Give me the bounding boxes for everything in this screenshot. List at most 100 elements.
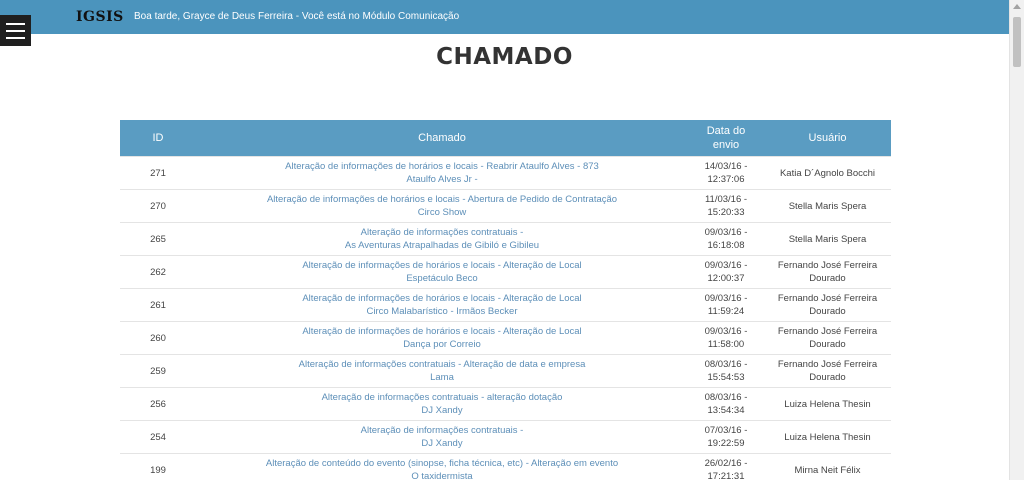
- chamado-title[interactable]: Alteração de conteúdo do evento (sinopse…: [200, 457, 684, 470]
- cell-chamado-link[interactable]: Alteração de informações de horários e l…: [196, 256, 688, 289]
- date-part: 09/03/16 -: [692, 325, 760, 338]
- cell-data-envio: 08/03/16 -15:54:53: [688, 355, 764, 388]
- user-name-line1: Luiza Helena Thesin: [768, 398, 887, 411]
- chamado-title[interactable]: Alteração de informações contratuais - a…: [200, 391, 684, 404]
- cell-id: 260: [120, 322, 196, 355]
- table-row[interactable]: 261 Alteração de informações de horários …: [120, 289, 891, 322]
- time-part: 12:00:37: [692, 272, 760, 285]
- table-row[interactable]: 199Alteração de conteúdo do evento (sino…: [120, 454, 891, 486]
- chamados-table: ID Chamado Data do envio Usuário 271Alte…: [120, 120, 891, 486]
- cell-usuario: Fernando José FerreiraDourado: [764, 322, 891, 355]
- date-part: 14/03/16 -: [692, 160, 760, 173]
- page-title: CHAMADO: [0, 44, 1009, 70]
- table-row[interactable]: 262Alteração de informações de horários …: [120, 256, 891, 289]
- chamado-event[interactable]: As Aventuras Atrapalhadas de Gibiló e Gi…: [200, 239, 684, 252]
- cell-data-envio: 08/03/16 -13:54:34: [688, 388, 764, 421]
- time-part: 19:22:59: [692, 437, 760, 450]
- date-part: 08/03/16 -: [692, 358, 760, 371]
- date-part: 09/03/16 -: [692, 292, 760, 305]
- user-name-line1: Stella Maris Spera: [768, 200, 887, 213]
- user-name-line2: Dourado: [768, 338, 887, 351]
- table-row[interactable]: 271 Alteração de informações de horários …: [120, 157, 891, 190]
- cell-id: 259: [120, 355, 196, 388]
- column-header-chamado: Chamado: [196, 120, 688, 157]
- cell-chamado-link[interactable]: Alteração de informações contratuais -As…: [196, 223, 688, 256]
- scroll-up-arrow-icon[interactable]: [1013, 4, 1021, 9]
- cell-chamado-link[interactable]: Alteração de informações de horários e l…: [196, 190, 688, 223]
- date-part: 07/03/16 -: [692, 424, 760, 437]
- user-name-line1: Katia D´Agnolo Bocchi: [768, 167, 887, 180]
- chamado-event[interactable]: DJ Xandy: [200, 437, 684, 450]
- chamado-event[interactable]: Ataulfo Alves Jr -: [200, 173, 684, 186]
- chamado-title[interactable]: Alteração de informações de horários e l…: [200, 325, 684, 338]
- column-header-usuario: Usuário: [764, 120, 891, 157]
- user-name-line1: Fernando José Ferreira: [768, 292, 887, 305]
- scroll-thumb[interactable]: [1013, 17, 1021, 67]
- cell-usuario: Mirna Neit Félix: [764, 454, 891, 486]
- date-part: 09/03/16 -: [692, 259, 760, 272]
- chamado-title[interactable]: Alteração de informações contratuais -: [200, 226, 684, 239]
- user-name-line1: Fernando José Ferreira: [768, 259, 887, 272]
- column-header-data-label: Data do envio: [696, 124, 756, 152]
- chamado-event[interactable]: Circo Show: [200, 206, 684, 219]
- table-row[interactable]: 256 Alteração de informações contratuais …: [120, 388, 891, 421]
- user-name-line2: Dourado: [768, 305, 887, 318]
- table-row[interactable]: 270 Alteração de informações de horários …: [120, 190, 891, 223]
- table-row[interactable]: 265Alteração de informações contratuais …: [120, 223, 891, 256]
- chamado-event[interactable]: DJ Xandy: [200, 404, 684, 417]
- cell-data-envio: 07/03/16 -19:22:59: [688, 421, 764, 454]
- chamado-title[interactable]: Alteração de informações de horários e l…: [200, 193, 684, 206]
- table-row[interactable]: 260 Alteração de informações de horários …: [120, 322, 891, 355]
- cell-chamado-link[interactable]: Alteração de informações contratuais - A…: [196, 355, 688, 388]
- chamado-event[interactable]: Espetáculo Beco: [200, 272, 684, 285]
- cell-usuario: Katia D´Agnolo Bocchi: [764, 157, 891, 190]
- chamado-event[interactable]: Circo Malabarístico - Irmãos Becker: [200, 305, 684, 318]
- date-part: 08/03/16 -: [692, 391, 760, 404]
- time-part: 15:54:53: [692, 371, 760, 384]
- brand-logo[interactable]: IGSIS: [76, 9, 124, 25]
- chamado-event[interactable]: O taxidermista: [200, 470, 684, 483]
- date-part: 11/03/16 -: [692, 193, 760, 206]
- cell-chamado-link[interactable]: Alteração de informações contratuais -DJ…: [196, 421, 688, 454]
- cell-id: 261: [120, 289, 196, 322]
- chamado-title[interactable]: Alteração de informações de horários e l…: [200, 292, 684, 305]
- cell-data-envio: 11/03/16 -15:20:33: [688, 190, 764, 223]
- table-row[interactable]: 254Alteração de informações contratuais …: [120, 421, 891, 454]
- cell-id: 265: [120, 223, 196, 256]
- chamado-title[interactable]: Alteração de informações de horários e l…: [200, 160, 684, 173]
- cell-usuario: Fernando José FerreiraDourado: [764, 289, 891, 322]
- chamado-title[interactable]: Alteração de informações contratuais -: [200, 424, 684, 437]
- cell-data-envio: 09/03/16 -11:58:00: [688, 322, 764, 355]
- time-part: 16:18:08: [692, 239, 760, 252]
- cell-data-envio: 14/03/16 -12:37:06: [688, 157, 764, 190]
- user-name-line1: Mirna Neit Félix: [768, 464, 887, 477]
- time-part: 12:37:06: [692, 173, 760, 186]
- chamado-event[interactable]: Lama: [200, 371, 684, 384]
- cell-chamado-link[interactable]: Alteração de informações de horários e l…: [196, 289, 688, 322]
- cell-id: 271: [120, 157, 196, 190]
- time-part: 15:20:33: [692, 206, 760, 219]
- chamado-event[interactable]: Dança por Correio: [200, 338, 684, 351]
- time-part: 11:58:00: [692, 338, 760, 351]
- time-part: 17:21:31: [692, 470, 760, 483]
- hamburger-menu-icon[interactable]: [0, 15, 31, 46]
- cell-usuario: Fernando José FerreiraDourado: [764, 355, 891, 388]
- user-name-line1: Fernando José Ferreira: [768, 358, 887, 371]
- table-row[interactable]: 259 Alteração de informações contratuais …: [120, 355, 891, 388]
- cell-id: 256: [120, 388, 196, 421]
- column-header-data: Data do envio: [688, 120, 764, 157]
- user-name-line2: Dourado: [768, 371, 887, 384]
- cell-id: 254: [120, 421, 196, 454]
- greeting-text: Boa tarde, Grayce de Deus Ferreira - Voc…: [134, 11, 459, 22]
- cell-chamado-link[interactable]: Alteração de informações de horários e l…: [196, 157, 688, 190]
- cell-chamado-link[interactable]: Alteração de informações de horários e l…: [196, 322, 688, 355]
- chamado-title[interactable]: Alteração de informações contratuais - A…: [200, 358, 684, 371]
- cell-id: 270: [120, 190, 196, 223]
- cell-chamado-link[interactable]: Alteração de conteúdo do evento (sinopse…: [196, 454, 688, 486]
- cell-chamado-link[interactable]: Alteração de informações contratuais - a…: [196, 388, 688, 421]
- cell-usuario: Stella Maris Spera: [764, 223, 891, 256]
- date-part: 26/02/16 -: [692, 457, 760, 470]
- chamado-title[interactable]: Alteração de informações de horários e l…: [200, 259, 684, 272]
- page-scrollbar[interactable]: [1009, 0, 1024, 480]
- table-header-row: ID Chamado Data do envio Usuário: [120, 120, 891, 157]
